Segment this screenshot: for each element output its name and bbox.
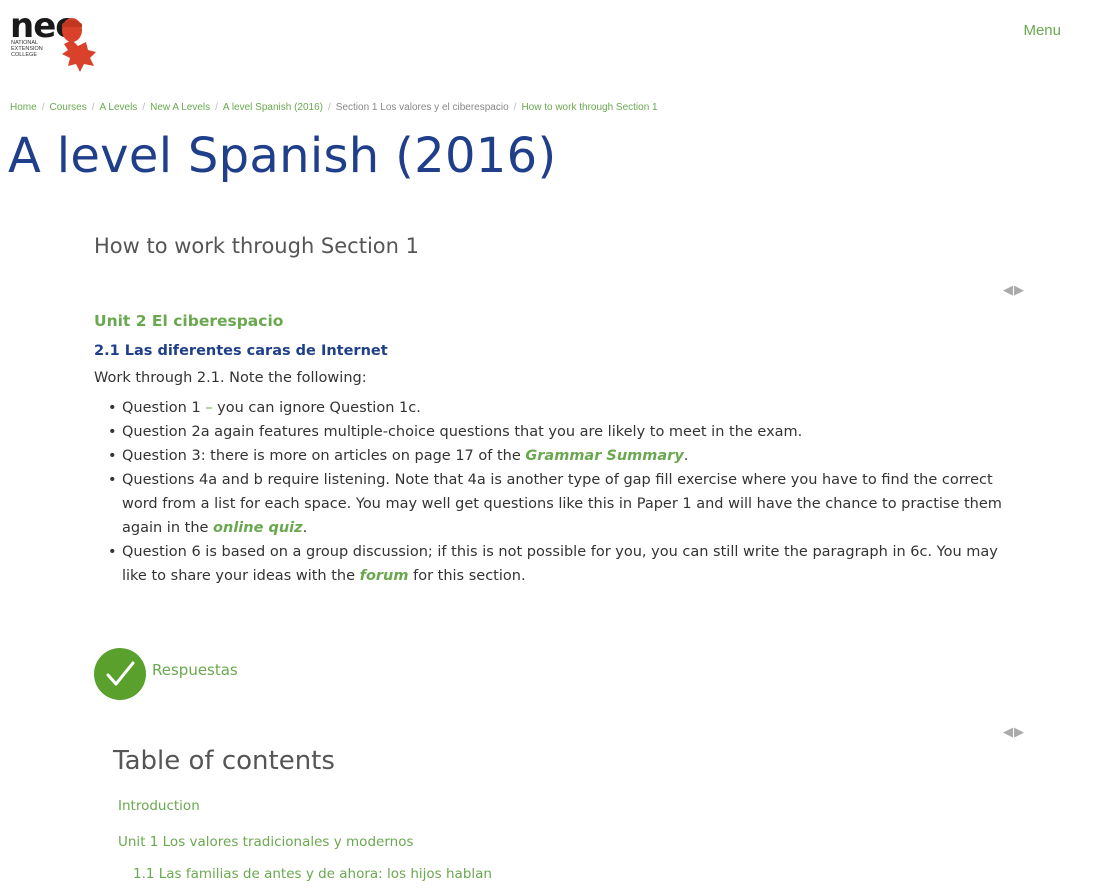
toc-item-introduction[interactable]: Introduction	[118, 798, 200, 814]
list-item: Question 1 – you can ignore Question 1c.	[108, 396, 1024, 420]
next-page-icon[interactable]: ▶	[1014, 282, 1025, 297]
breadcrumb-home[interactable]: Home	[10, 102, 37, 113]
section-title: How to work through Section 1	[94, 234, 419, 258]
breadcrumb-courses[interactable]: Courses	[49, 102, 86, 113]
sub-heading: 2.1 Las diferentes caras de Internet	[94, 343, 388, 359]
forum-link[interactable]: forum	[360, 568, 409, 584]
list-item: Question 6 is based on a group discussio…	[108, 540, 1024, 588]
page-nav-top: ◀▶	[1003, 282, 1025, 298]
answers-label[interactable]: Respuestas	[152, 661, 238, 679]
menu-link[interactable]: Menu	[1023, 22, 1061, 39]
breadcrumb-course[interactable]: A level Spanish (2016)	[223, 102, 323, 113]
breadcrumb-section[interactable]: Section 1 Los valores y el ciberespacio	[336, 102, 509, 113]
toc-item-1-1[interactable]: 1.1 Las familias de antes y de ahora: lo…	[133, 866, 492, 882]
nec-logo[interactable]: nec NATIONAL EXTENSION COLLEGE	[10, 6, 106, 72]
prev-page-icon[interactable]: ◀	[1003, 282, 1014, 297]
breadcrumb-a-levels[interactable]: A Levels	[100, 102, 138, 113]
online-quiz-link[interactable]: online quiz	[213, 520, 303, 536]
breadcrumb-current[interactable]: How to work through Section 1	[521, 102, 657, 113]
question-list: Question 1 – you can ignore Question 1c.…	[94, 396, 1024, 588]
lesson-content: Unit 2 El ciberespacio 2.1 Las diferente…	[94, 312, 1024, 588]
toc-heading: Table of contents	[113, 746, 335, 776]
page-nav-bottom: ◀▶	[1003, 724, 1025, 740]
next-page-icon[interactable]: ▶	[1014, 724, 1025, 739]
checkmark-icon[interactable]	[94, 648, 146, 700]
breadcrumb-new-a-levels[interactable]: New A Levels	[150, 102, 210, 113]
page-title: A level Spanish (2016)	[8, 128, 557, 184]
breadcrumb: Home / Courses / A Levels / New A Levels / A lev…	[10, 102, 658, 113]
grammar-summary-link[interactable]: Grammar Summary	[525, 448, 683, 464]
list-item: Question 3: there is more on articles on…	[108, 444, 1024, 468]
list-item: Questions 4a and b require listening. No…	[108, 468, 1024, 540]
answers-link[interactable]: Respuestas	[94, 648, 238, 700]
acorn-leaf-icon	[62, 18, 96, 72]
list-item: Question 2a again features multiple-choi…	[108, 420, 1024, 444]
table-of-contents: Table of contents Introduction Unit 1 Lo…	[113, 746, 492, 882]
intro-text: Work through 2.1. Note the following:	[94, 370, 367, 386]
logo-subtitle: NATIONAL EXTENSION COLLEGE	[11, 40, 43, 58]
unit-heading: Unit 2 El ciberespacio	[94, 312, 284, 330]
toc-item-unit-1[interactable]: Unit 1 Los valores tradicionales y moder…	[118, 834, 413, 850]
prev-page-icon[interactable]: ◀	[1003, 724, 1014, 739]
